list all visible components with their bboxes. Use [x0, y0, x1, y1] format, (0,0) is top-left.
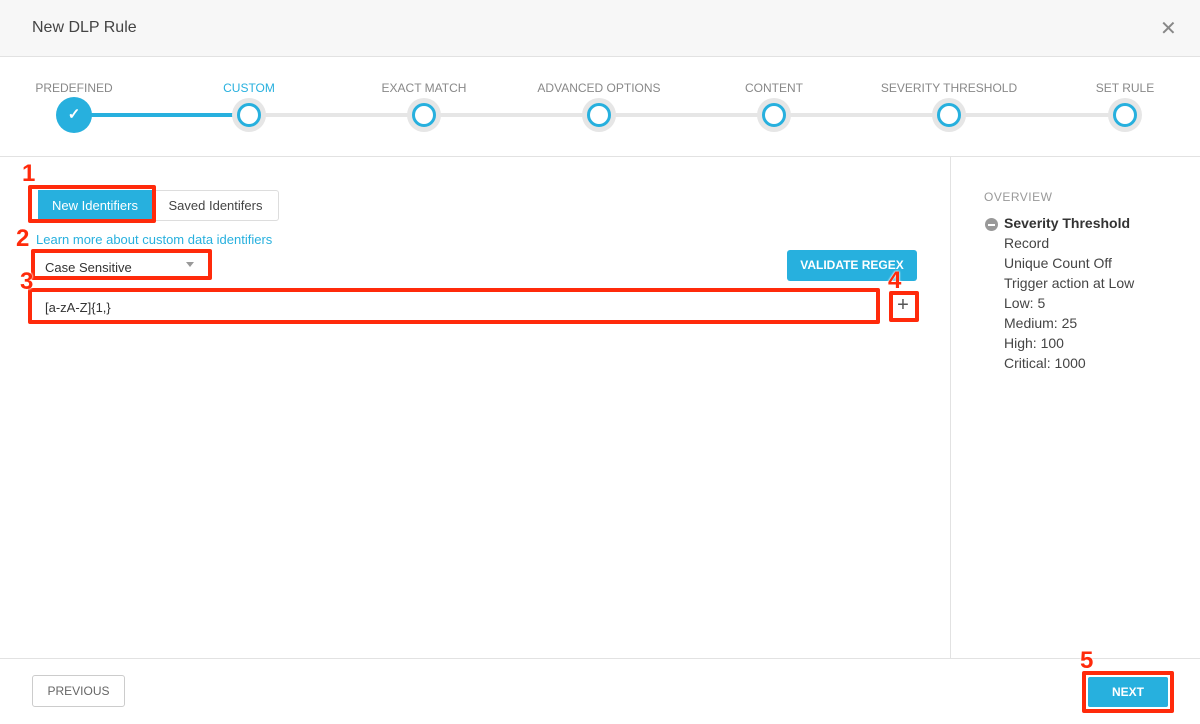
overview-line: Trigger action at Low: [1004, 275, 1135, 291]
overview-heading: Severity Threshold: [1004, 215, 1131, 231]
step-label-exact-match: EXACT MATCH: [381, 81, 467, 95]
wizard-stepper: PREDEFINED CUSTOM EXACT MATCH ADVANCED O…: [0, 57, 1200, 157]
annotation-box-3: [28, 288, 880, 324]
step-exact-match[interactable]: [407, 98, 441, 132]
annotation-number-5: 5: [1080, 647, 1094, 674]
dialog-header: New DLP Rule ✕: [0, 0, 1200, 57]
step-label-severity-threshold: SEVERITY THRESHOLD: [880, 81, 1018, 95]
overview-panel: OVERVIEW Severity Threshold Record Uniqu…: [950, 157, 1200, 658]
overview-title: OVERVIEW: [984, 190, 1053, 204]
tab-saved-identifiers[interactable]: Saved Identifers: [152, 190, 279, 221]
step-custom[interactable]: [232, 98, 266, 132]
step-set-rule[interactable]: [1108, 98, 1142, 132]
step-label-set-rule: SET RULE: [1095, 81, 1155, 95]
overview-line: High: 100: [1004, 335, 1064, 351]
step-label-custom: CUSTOM: [223, 81, 275, 95]
annotation-number-1: 1: [22, 160, 36, 187]
annotation-number-3: 3: [20, 268, 34, 295]
overview-line: Unique Count Off: [1004, 255, 1112, 271]
step-label-predefined: PREDEFINED: [35, 81, 113, 95]
step-content[interactable]: [757, 98, 791, 132]
overview-line: Low: 5: [1004, 295, 1046, 311]
step-label-content: CONTENT: [745, 81, 803, 95]
overview-line: Record: [1004, 235, 1050, 251]
overview-line: Medium: 25: [1004, 315, 1078, 331]
step-severity-threshold[interactable]: [932, 98, 966, 132]
annotation-box-2: [31, 249, 212, 280]
annotation-box-5: [1082, 671, 1174, 713]
stepper-progress: [74, 113, 249, 117]
close-icon[interactable]: ✕: [1160, 16, 1177, 41]
dialog-footer: [0, 658, 1200, 724]
learn-more-link[interactable]: Learn more about custom data identifiers: [36, 232, 272, 247]
step-predefined[interactable]: ✓: [56, 97, 92, 133]
step-advanced-options[interactable]: [582, 98, 616, 132]
step-label-advanced-options: ADVANCED OPTIONS: [537, 81, 661, 95]
annotation-box-1: [28, 185, 156, 223]
annotation-number-4: 4: [888, 267, 902, 294]
collapse-minus-icon[interactable]: [985, 218, 998, 231]
checkmark-icon: ✓: [67, 106, 81, 123]
dialog-title: New DLP Rule: [32, 19, 137, 36]
annotation-number-2: 2: [16, 225, 30, 252]
previous-button[interactable]: PREVIOUS: [32, 675, 125, 707]
overview-line: Critical: 1000: [1004, 355, 1086, 371]
annotation-box-4: [889, 291, 919, 322]
